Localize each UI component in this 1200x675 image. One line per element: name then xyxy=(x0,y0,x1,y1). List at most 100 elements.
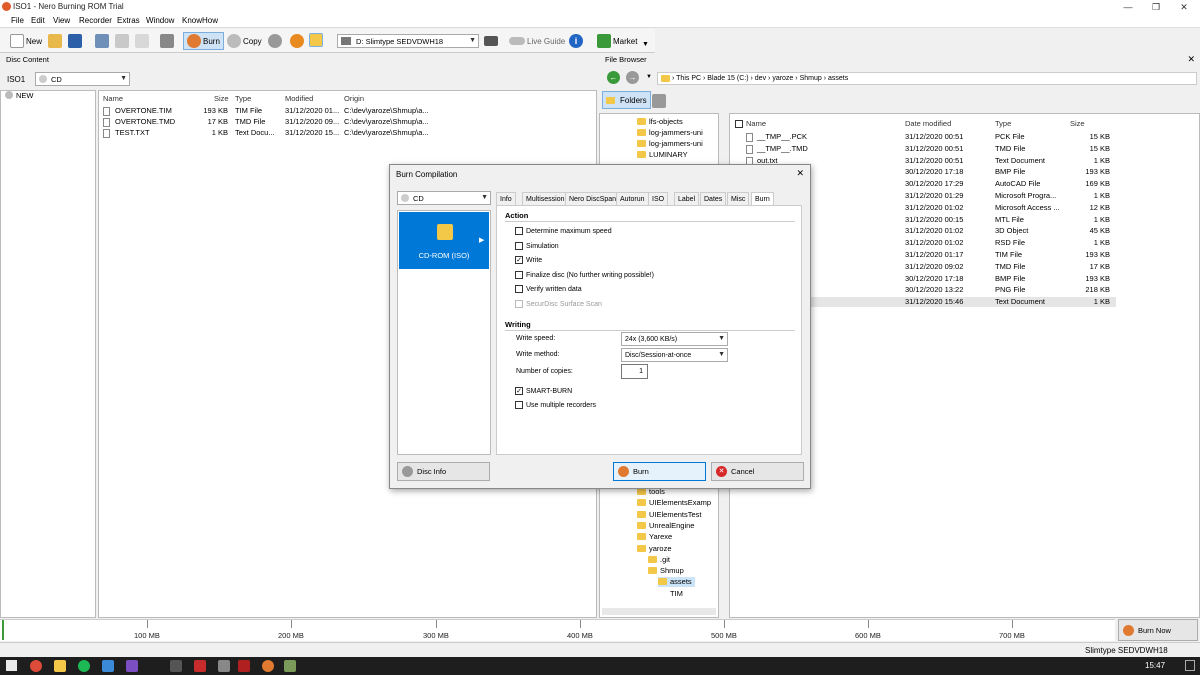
tree-folder[interactable]: .git xyxy=(648,555,670,565)
tree-folder[interactable]: yaroze xyxy=(637,544,672,554)
app-icon[interactable] xyxy=(284,660,296,672)
cut-icon[interactable] xyxy=(95,34,109,48)
table-row[interactable]: __TMP__.TMD 31/12/2020 00:51 TMD File 15 KB xyxy=(730,144,1116,154)
close-icon[interactable]: ✕ xyxy=(1187,54,1195,65)
option-checkbox[interactable]: ✓ xyxy=(515,256,523,264)
tab-nero-discspan[interactable]: Nero DiscSpan xyxy=(565,192,621,205)
copy-button[interactable]: Copy xyxy=(227,32,262,50)
tree-folder[interactable]: TIM xyxy=(670,589,683,599)
copy-icon[interactable] xyxy=(115,34,129,48)
windows-start-icon[interactable] xyxy=(6,660,17,671)
market-button[interactable]: Market xyxy=(597,32,637,50)
save-icon[interactable] xyxy=(68,34,82,48)
option-checkbox[interactable] xyxy=(515,271,523,279)
tree-folder[interactable]: log-jammers-uni xyxy=(637,139,703,149)
tab-burn[interactable]: Burn xyxy=(751,192,774,206)
burn-dialog-button[interactable]: Burn xyxy=(613,462,706,481)
select-all-checkbox[interactable] xyxy=(735,120,743,128)
burn-option[interactable]: ✓ Write xyxy=(515,256,542,264)
compilation-type-select[interactable]: CD ▼ xyxy=(35,72,130,86)
crumb-yaroze[interactable]: yaroze xyxy=(772,75,793,82)
vscode-icon[interactable] xyxy=(102,660,114,672)
tab-multisession[interactable]: Multisession xyxy=(522,192,569,205)
multiple-recorders-checkbox[interactable] xyxy=(515,401,523,409)
tab-autorun[interactable]: Autorun xyxy=(616,192,649,205)
tab-misc[interactable]: Misc xyxy=(727,192,750,205)
close-window-button[interactable]: ✕ xyxy=(1170,0,1198,14)
acrobat-icon[interactable] xyxy=(194,660,206,672)
menu-file[interactable]: File xyxy=(11,16,24,25)
col-size[interactable]: Size xyxy=(1070,119,1085,128)
crumb-assets[interactable]: assets xyxy=(828,75,848,82)
option-checkbox[interactable] xyxy=(515,242,523,250)
col-type[interactable]: Type xyxy=(235,94,251,103)
table-row[interactable]: OVERTONE.TMD 17 KB TMD File 31/12/2020 09..… xyxy=(99,117,598,127)
tab-iso[interactable]: ISO xyxy=(648,192,669,205)
option-checkbox[interactable] xyxy=(515,285,523,293)
media-type-select[interactable]: CD ▼ xyxy=(397,191,491,205)
erase-icon[interactable] xyxy=(290,34,304,48)
tree-folder[interactable]: Yarexe xyxy=(637,532,672,542)
col-date-modified[interactable]: Date modified xyxy=(905,119,951,128)
burn-option[interactable]: Determine maximum speed xyxy=(515,227,612,235)
disc-info-icon[interactable] xyxy=(268,34,282,48)
menu-extras[interactable]: Extras xyxy=(117,16,140,25)
tree-folder-selected[interactable]: assets xyxy=(658,577,695,587)
discord-icon[interactable] xyxy=(170,660,182,672)
nero-icon[interactable] xyxy=(262,660,274,672)
col-name[interactable]: Name xyxy=(103,94,123,103)
tree-folder[interactable]: UnrealEngine xyxy=(637,521,694,531)
clock[interactable]: 15:47 xyxy=(1145,661,1165,670)
col-size[interactable]: Size xyxy=(214,94,229,103)
crumb-dev[interactable]: dev xyxy=(755,75,766,82)
drive-select[interactable]: D: Slimtype SEDVDWH18 ▼ xyxy=(337,34,479,48)
live-guide-toggle[interactable]: Live Guide xyxy=(509,32,565,50)
menu-recorder[interactable]: Recorder xyxy=(79,16,112,25)
burn-option[interactable]: Simulation xyxy=(515,242,559,250)
burn-option[interactable]: Verify written data xyxy=(515,285,582,293)
properties-icon[interactable] xyxy=(160,34,174,48)
col-origin[interactable]: Origin xyxy=(344,94,364,103)
open-icon[interactable] xyxy=(48,34,62,48)
table-row[interactable]: OVERTONE.TIM 193 KB TIM File 31/12/2020 01.… xyxy=(99,106,598,116)
drive-settings-icon[interactable] xyxy=(484,36,498,46)
tab-label[interactable]: Label xyxy=(674,192,700,205)
burn-button[interactable]: Burn xyxy=(183,32,224,50)
col-modified[interactable]: Modified xyxy=(285,94,313,103)
burn-option[interactable]: Finalize disc (No further writing possib… xyxy=(515,271,654,279)
tree-folder[interactable]: lfs-objects xyxy=(637,117,683,127)
tab-info[interactable]: Info xyxy=(496,192,516,205)
crumb-this-pc[interactable]: This PC xyxy=(676,75,701,82)
menu-window[interactable]: Window xyxy=(146,16,174,25)
tab-dates[interactable]: Dates xyxy=(700,192,727,205)
address-bar[interactable]: › This PC › Blade 15 (C:) › dev › yaroze… xyxy=(657,72,1197,85)
tree-folder[interactable]: LUMINARY xyxy=(637,150,688,160)
history-dropdown-icon[interactable]: ▼ xyxy=(646,74,652,80)
smart-burn-option[interactable]: ✓ SMART-BURN xyxy=(515,387,572,395)
smart-burn-checkbox[interactable]: ✓ xyxy=(515,387,523,395)
crumb-shmup[interactable]: Shmup xyxy=(800,75,822,82)
write-speed-select[interactable]: 24x (3,600 KB/s) ▼ xyxy=(621,332,728,346)
tree-folder[interactable]: UIElementsTest xyxy=(637,510,702,520)
close-icon[interactable]: ✕ xyxy=(796,168,804,179)
menu-view[interactable]: View xyxy=(53,16,70,25)
visual-studio-icon[interactable] xyxy=(126,660,138,672)
crumb-drive[interactable]: Blade 15 (C:) xyxy=(707,75,748,82)
col-name[interactable]: Name xyxy=(746,119,766,128)
copies-input[interactable]: 1 xyxy=(621,364,648,379)
table-row[interactable]: TEST.TXT 1 KB Text Docu... 31/12/2020 15...… xyxy=(99,128,598,138)
table-row[interactable]: __TMP__.PCK 31/12/2020 00:51 PCK File 15 KB xyxy=(730,132,1116,142)
minimize-button[interactable]: — xyxy=(1114,0,1142,14)
tree-scrollbar[interactable] xyxy=(602,608,716,615)
option-checkbox[interactable] xyxy=(515,227,523,235)
burn-now-button[interactable]: Burn Now xyxy=(1118,619,1198,641)
menu-edit[interactable]: Edit xyxy=(31,16,45,25)
app-icon[interactable] xyxy=(238,660,250,672)
paste-icon[interactable] xyxy=(135,34,149,48)
new-button[interactable]: New xyxy=(10,32,42,50)
chrome-icon[interactable] xyxy=(30,660,42,672)
view-mode-icon[interactable] xyxy=(652,94,666,108)
tree-item-new[interactable]: NEW xyxy=(1,91,95,101)
toolbar-overflow-icon[interactable]: ▼ xyxy=(642,41,649,48)
disc-info-button[interactable]: Disc Info xyxy=(397,462,490,481)
